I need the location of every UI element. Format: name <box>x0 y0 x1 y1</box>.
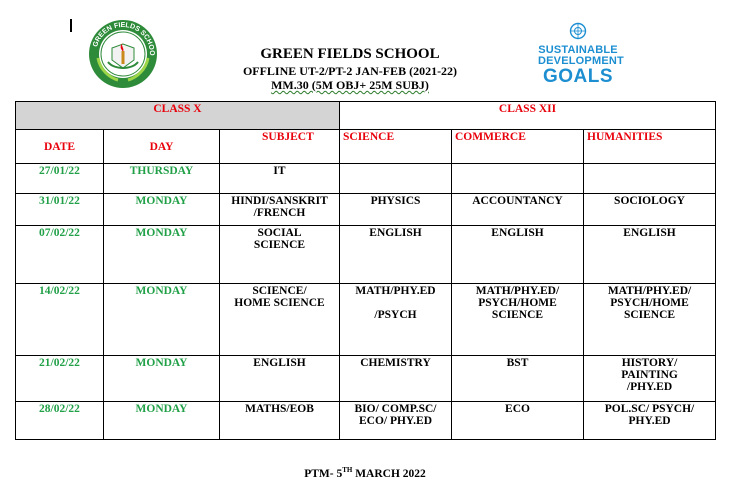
commerce-cell: ENGLISH <box>451 225 584 284</box>
exam-title-text: OFFLINE UT-2/PT-2 JAN-FEB (2021-22) <box>242 64 458 78</box>
table-row: 27/01/22 THURSDAY IT <box>15 163 717 194</box>
timetable: CLASS X CLASS XII DATE DAY SUBJECT SCIEN… <box>15 101 717 440</box>
commerce-cell: MATH/PHY.ED/ PSYCH/HOME SCIENCE <box>451 283 584 356</box>
col-date: DATE <box>15 129 104 164</box>
class-x-subject-cell: IT <box>219 163 340 194</box>
humanities-cell: HISTORY/ PAINTING /PHY.ED <box>582 355 717 402</box>
max-marks-text: MM.30 (5M OBJ+ 25M SUBJ) <box>271 78 429 92</box>
col-science: SCIENCE <box>339 129 452 164</box>
day-cell: MONDAY <box>103 283 220 356</box>
class-header-row: CLASS X CLASS XII <box>15 101 717 130</box>
school-logo-icon: GREEN FIELDS SCHOOL <box>84 18 157 88</box>
date-cell: 28/02/22 <box>15 401 104 440</box>
science-cell: PHYSICS <box>339 193 452 226</box>
table-row: 31/01/22 MONDAY HINDI/SANSKRIT /FRENCH PHYS… <box>15 193 717 226</box>
class-x-subject-cell: SOCIAL SCIENCE <box>219 225 340 284</box>
col-day: DAY <box>103 129 220 164</box>
table-row: 28/02/22 MONDAY MATHS/EOB BIO/ COMP.SC/ ECO… <box>15 401 717 440</box>
humanities-cell <box>582 163 717 194</box>
day-cell: MONDAY <box>103 401 220 440</box>
col-subject: SUBJECT <box>219 129 340 164</box>
class-x-subject-cell: SCIENCE/ HOME SCIENCE <box>219 283 340 356</box>
date-cell: 27/01/22 <box>15 163 104 194</box>
un-emblem-icon <box>569 22 587 40</box>
class-x-subject-cell: HINDI/SANSKRIT /FRENCH <box>219 193 340 226</box>
day-cell: THURSDAY <box>103 163 220 194</box>
timetable-body: 27/01/22 THURSDAY IT 31/01/22 MONDAY HINDI/SA… <box>15 163 717 440</box>
humanities-cell: ENGLISH <box>582 225 717 284</box>
humanities-cell: MATH/PHY.ED/ PSYCH/HOME SCIENCE <box>582 283 717 356</box>
date-cell: 21/02/22 <box>15 355 104 402</box>
table-row: 07/02/22 MONDAY SOCIAL SCIENCE ENGLISH ENGLI… <box>15 225 717 284</box>
humanities-cell: SOCIOLOGY <box>582 193 717 226</box>
science-cell: MATH/PHY.ED /PSYCH <box>339 283 452 356</box>
ptm-prefix: PTM- 5 <box>304 467 343 480</box>
column-header-row: DATE DAY SUBJECT SCIENCE COMMERCE HUMANI… <box>15 129 717 164</box>
ptm-suffix: MARCH 2022 <box>352 467 426 480</box>
commerce-cell: BST <box>451 355 584 402</box>
table-row: 21/02/22 MONDAY ENGLISH CHEMISTRY BST HISTORY… <box>15 355 717 402</box>
sdg-goals-label: GOALS <box>542 66 614 87</box>
day-cell: MONDAY <box>103 225 220 284</box>
science-cell: ENGLISH <box>339 225 452 284</box>
max-marks: MM.30 (5M OBJ+ 25M SUBJ) <box>180 78 520 93</box>
commerce-cell: ACCOUNTANCY <box>451 193 584 226</box>
exam-title: OFFLINE UT-2/PT-2 JAN-FEB (2021-22) <box>180 64 520 79</box>
science-cell: BIO/ COMP.SC/ ECO/ PHY.ED <box>339 401 452 440</box>
table-row: 14/02/22 MONDAY SCIENCE/ HOME SCIENCE MATH/… <box>15 283 717 356</box>
class-x-header: CLASS X <box>15 101 340 130</box>
date-cell: 31/01/22 <box>15 193 104 226</box>
class-x-subject-cell: MATHS/EOB <box>219 401 340 440</box>
school-title: GREEN FIELDS SCHOOL <box>260 46 440 62</box>
date-cell: 14/02/22 <box>15 283 104 356</box>
date-cell: 07/02/22 <box>15 225 104 284</box>
ptm-note: PTM- 5TH MARCH 2022 <box>0 466 730 480</box>
commerce-cell: ECO <box>451 401 584 440</box>
science-cell <box>339 163 452 194</box>
col-humanities: HUMANITIES <box>582 129 717 164</box>
commerce-cell <box>451 163 584 194</box>
col-commerce: COMMERCE <box>451 129 584 164</box>
class-xii-header: CLASS XII <box>338 101 717 130</box>
sdg-logo: SUSTAINABLE DEVELOPMENT GOALS <box>538 22 624 87</box>
ptm-superscript: TH <box>342 466 353 474</box>
science-cell: CHEMISTRY <box>339 355 452 402</box>
text-cursor <box>70 19 72 32</box>
day-cell: MONDAY <box>103 355 220 402</box>
class-x-subject-cell: ENGLISH <box>219 355 340 402</box>
humanities-cell: POL.SC/ PSYCH/ PHY.ED <box>582 401 717 440</box>
day-cell: MONDAY <box>103 193 220 226</box>
